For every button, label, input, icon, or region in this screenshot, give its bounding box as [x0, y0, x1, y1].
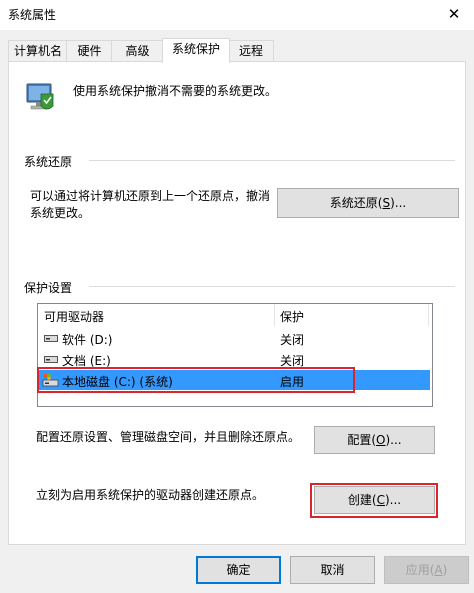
- create-description: 立刻为启用系统保护的驱动器创建还原点。: [36, 488, 265, 502]
- drive-list[interactable]: 可用驱动器 保护 软件 (D:) 关闭 文档 (E:) 关闭 本地磁盘 (C:)…: [37, 303, 433, 407]
- drive-name: 文档 (E:): [62, 354, 111, 368]
- configure-description: 配置还原设置、管理磁盘空间，并且删除还原点。: [36, 430, 301, 444]
- button-accelerator: S: [382, 196, 391, 210]
- button-accelerator: A: [434, 563, 443, 577]
- ok-button[interactable]: 确定: [196, 556, 281, 584]
- title-bar: 系统属性 ✕: [0, 0, 474, 30]
- configure-button[interactable]: 配置(O)...: [314, 426, 435, 454]
- tab-label: 计算机名: [13, 44, 62, 58]
- apply-button[interactable]: 应用(A): [384, 556, 469, 584]
- tab-label: 硬件: [77, 44, 102, 58]
- drive-row-d[interactable]: 软件 (D:) 关闭: [38, 328, 430, 348]
- create-button[interactable]: 创建(C)...: [314, 486, 435, 514]
- protection-group-label: 保护设置: [24, 281, 73, 295]
- intro-text: 使用系统保护撤消不需要的系统更改。: [73, 84, 278, 98]
- system-protection-icon: [26, 83, 54, 110]
- button-label: 应用(: [405, 563, 435, 577]
- drive-name: 本地磁盘 (C:) (系统): [62, 375, 173, 389]
- column-separator[interactable]: [274, 304, 275, 326]
- restore-description-line: 可以通过将计算机还原到上一个还原点，撤消: [30, 189, 271, 203]
- button-label: 确定: [226, 563, 251, 577]
- tab-remote[interactable]: 远程: [228, 40, 274, 62]
- tab-label: 系统保护: [171, 42, 220, 56]
- tab-label: 高级: [125, 44, 150, 58]
- restore-description: 可以通过将计算机还原到上一个还原点，撤消 系统更改。: [30, 188, 270, 222]
- tab-hardware[interactable]: 硬件: [66, 40, 113, 62]
- column-header-protection[interactable]: 保护: [280, 308, 304, 325]
- system-restore-button[interactable]: 系统还原(S)...: [277, 188, 459, 218]
- protection-group-divider: [89, 286, 455, 287]
- drive-row-e[interactable]: 文档 (E:) 关闭: [38, 349, 430, 369]
- column-header-drive[interactable]: 可用驱动器: [44, 308, 104, 325]
- window-title: 系统属性: [8, 8, 57, 22]
- drive-protection-status: 关闭: [280, 354, 305, 368]
- button-label-suffix: )...: [390, 196, 407, 210]
- tab-computer-name[interactable]: 计算机名: [8, 40, 68, 62]
- restore-group-label: 系统还原: [24, 155, 73, 169]
- button-label: 取消: [320, 563, 345, 577]
- hard-drive-icon: [44, 356, 58, 363]
- system-drive-icon: [42, 374, 59, 387]
- button-accelerator: O: [376, 433, 386, 447]
- close-icon: ✕: [447, 5, 461, 23]
- cancel-button[interactable]: 取消: [290, 556, 375, 584]
- tab-system-protection[interactable]: 系统保护: [162, 38, 230, 63]
- close-button[interactable]: ✕: [434, 0, 474, 30]
- drive-row-c[interactable]: 本地磁盘 (C:) (系统) 启用: [38, 370, 430, 390]
- drive-name: 软件 (D:): [62, 333, 113, 347]
- button-label-suffix: )...: [385, 433, 402, 447]
- drive-list-header: 可用驱动器 保护: [38, 304, 432, 326]
- button-label-suffix: )...: [384, 493, 402, 507]
- drive-protection-status: 启用: [280, 375, 305, 389]
- drive-protection-status: 关闭: [280, 333, 305, 347]
- hard-drive-icon: [44, 335, 58, 342]
- tab-label: 远程: [238, 44, 263, 58]
- button-label: 创建(: [347, 493, 377, 507]
- restore-description-line: 系统更改。: [30, 206, 91, 220]
- button-label-suffix: ): [442, 563, 448, 577]
- column-separator: [428, 304, 429, 326]
- button-accelerator: C: [376, 493, 385, 507]
- restore-group-divider: [89, 160, 455, 161]
- tab-panel: 使用系统保护撤消不需要的系统更改。 系统还原 可以通过将计算机还原到上一个还原点…: [8, 61, 466, 545]
- button-label: 配置(: [347, 433, 377, 447]
- tab-advanced[interactable]: 高级: [111, 40, 164, 62]
- button-label: 系统还原(: [329, 196, 383, 210]
